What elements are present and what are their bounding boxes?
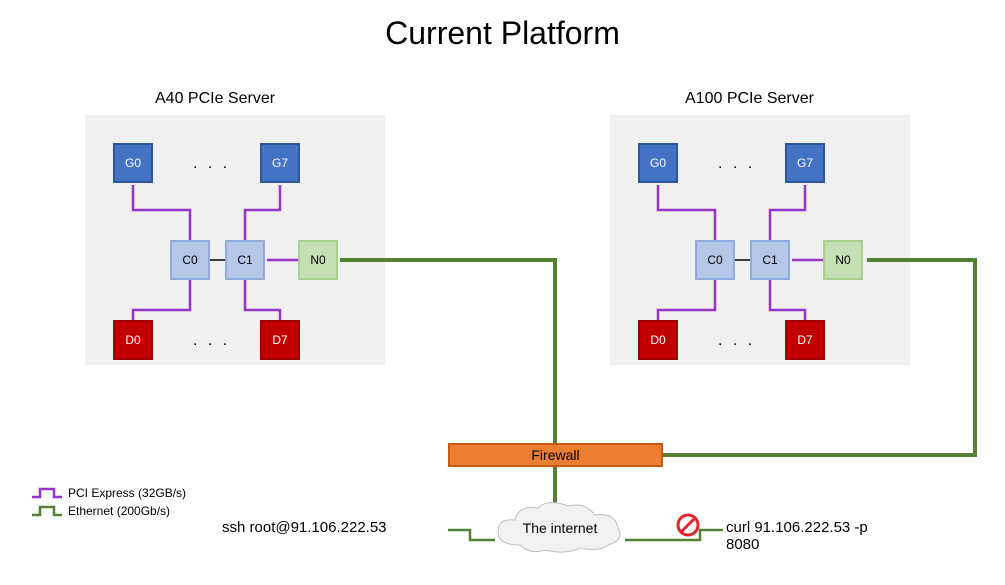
ssh-command-text: ssh root@91.106.222.53 (222, 519, 387, 536)
legend-pci-line (32, 487, 62, 499)
curl-command-text: curl 91.106.222.53 -p 8080 (726, 519, 896, 553)
cpu-node-c1-right: C1 (750, 240, 790, 280)
disk-node-d0-right: D0 (638, 320, 678, 360)
nic-node-n0-right: N0 (823, 240, 863, 280)
legend-eth-line (32, 505, 62, 517)
legend-eth-text: Ethernet (200Gb/s) (68, 504, 170, 518)
disk-node-d7-right: D7 (785, 320, 825, 360)
page-title: Current Platform (0, 0, 1005, 52)
gpu-node-g7-right: G7 (785, 143, 825, 183)
gpu-node-g0-left: G0 (113, 143, 153, 183)
gpu-node-g0-right: G0 (638, 143, 678, 183)
cpu-node-c0-left: C0 (170, 240, 210, 280)
ellipsis-gpu-right: . . . (718, 155, 755, 173)
disk-node-d7-left: D7 (260, 320, 300, 360)
server-label-right: A100 PCIe Server (685, 90, 814, 108)
legend-pci-text: PCI Express (32GB/s) (68, 486, 186, 500)
ellipsis-disk-right: . . . (718, 332, 755, 350)
nic-node-n0-left: N0 (298, 240, 338, 280)
cpu-node-c0-right: C0 (695, 240, 735, 280)
ellipsis-gpu-left: . . . (193, 155, 230, 173)
server-label-left: A40 PCIe Server (155, 90, 275, 108)
prohibit-icon (676, 513, 700, 537)
cpu-node-c1-left: C1 (225, 240, 265, 280)
firewall-box: Firewall (448, 443, 663, 467)
gpu-node-g7-left: G7 (260, 143, 300, 183)
internet-label: The internet (520, 520, 600, 536)
disk-node-d0-left: D0 (113, 320, 153, 360)
ellipsis-disk-left: . . . (193, 332, 230, 350)
